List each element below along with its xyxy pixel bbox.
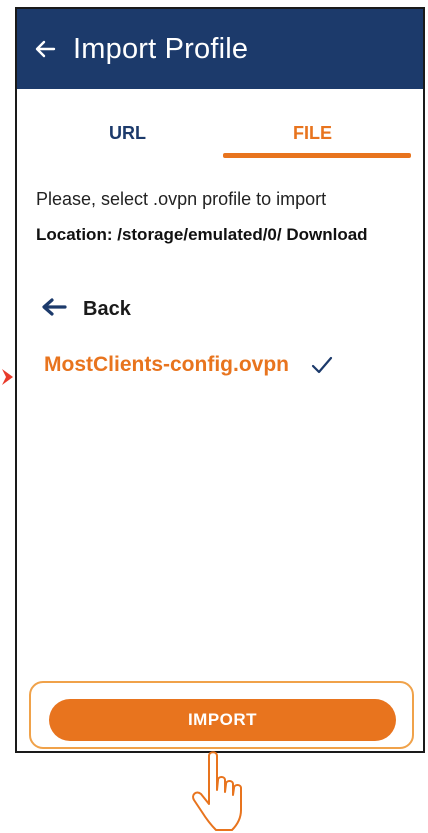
hand-pointer-icon: [192, 751, 242, 831]
back-arrow-icon[interactable]: [33, 37, 57, 61]
phone-frame: Import Profile URL FILE Please, select .…: [15, 7, 425, 753]
file-name: MostClients-config.ovpn: [44, 353, 289, 376]
tab-url[interactable]: URL: [109, 123, 146, 144]
pointer-arrow-icon: [2, 369, 13, 385]
import-button[interactable]: IMPORT: [49, 699, 396, 741]
check-icon: [311, 354, 333, 376]
instruction-text: Please, select .ovpn profile to import: [36, 189, 327, 209]
folder-back-button[interactable]: Back: [41, 297, 131, 322]
location-path: Location: /storage/emulated/0/ Download: [36, 225, 368, 244]
app-header: Import Profile: [17, 9, 423, 89]
tab-file[interactable]: FILE: [293, 123, 332, 144]
screen-canvas: Import Profile URL FILE Please, select .…: [0, 0, 428, 833]
tab-bar: URL FILE: [17, 89, 423, 169]
import-highlight: IMPORT: [29, 681, 414, 749]
file-item[interactable]: MostClients-config.ovpn: [44, 347, 404, 383]
back-label: Back: [83, 298, 131, 320]
active-tab-indicator: [223, 153, 411, 158]
arrow-left-icon: [41, 297, 67, 322]
page-title: Import Profile: [73, 32, 249, 65]
